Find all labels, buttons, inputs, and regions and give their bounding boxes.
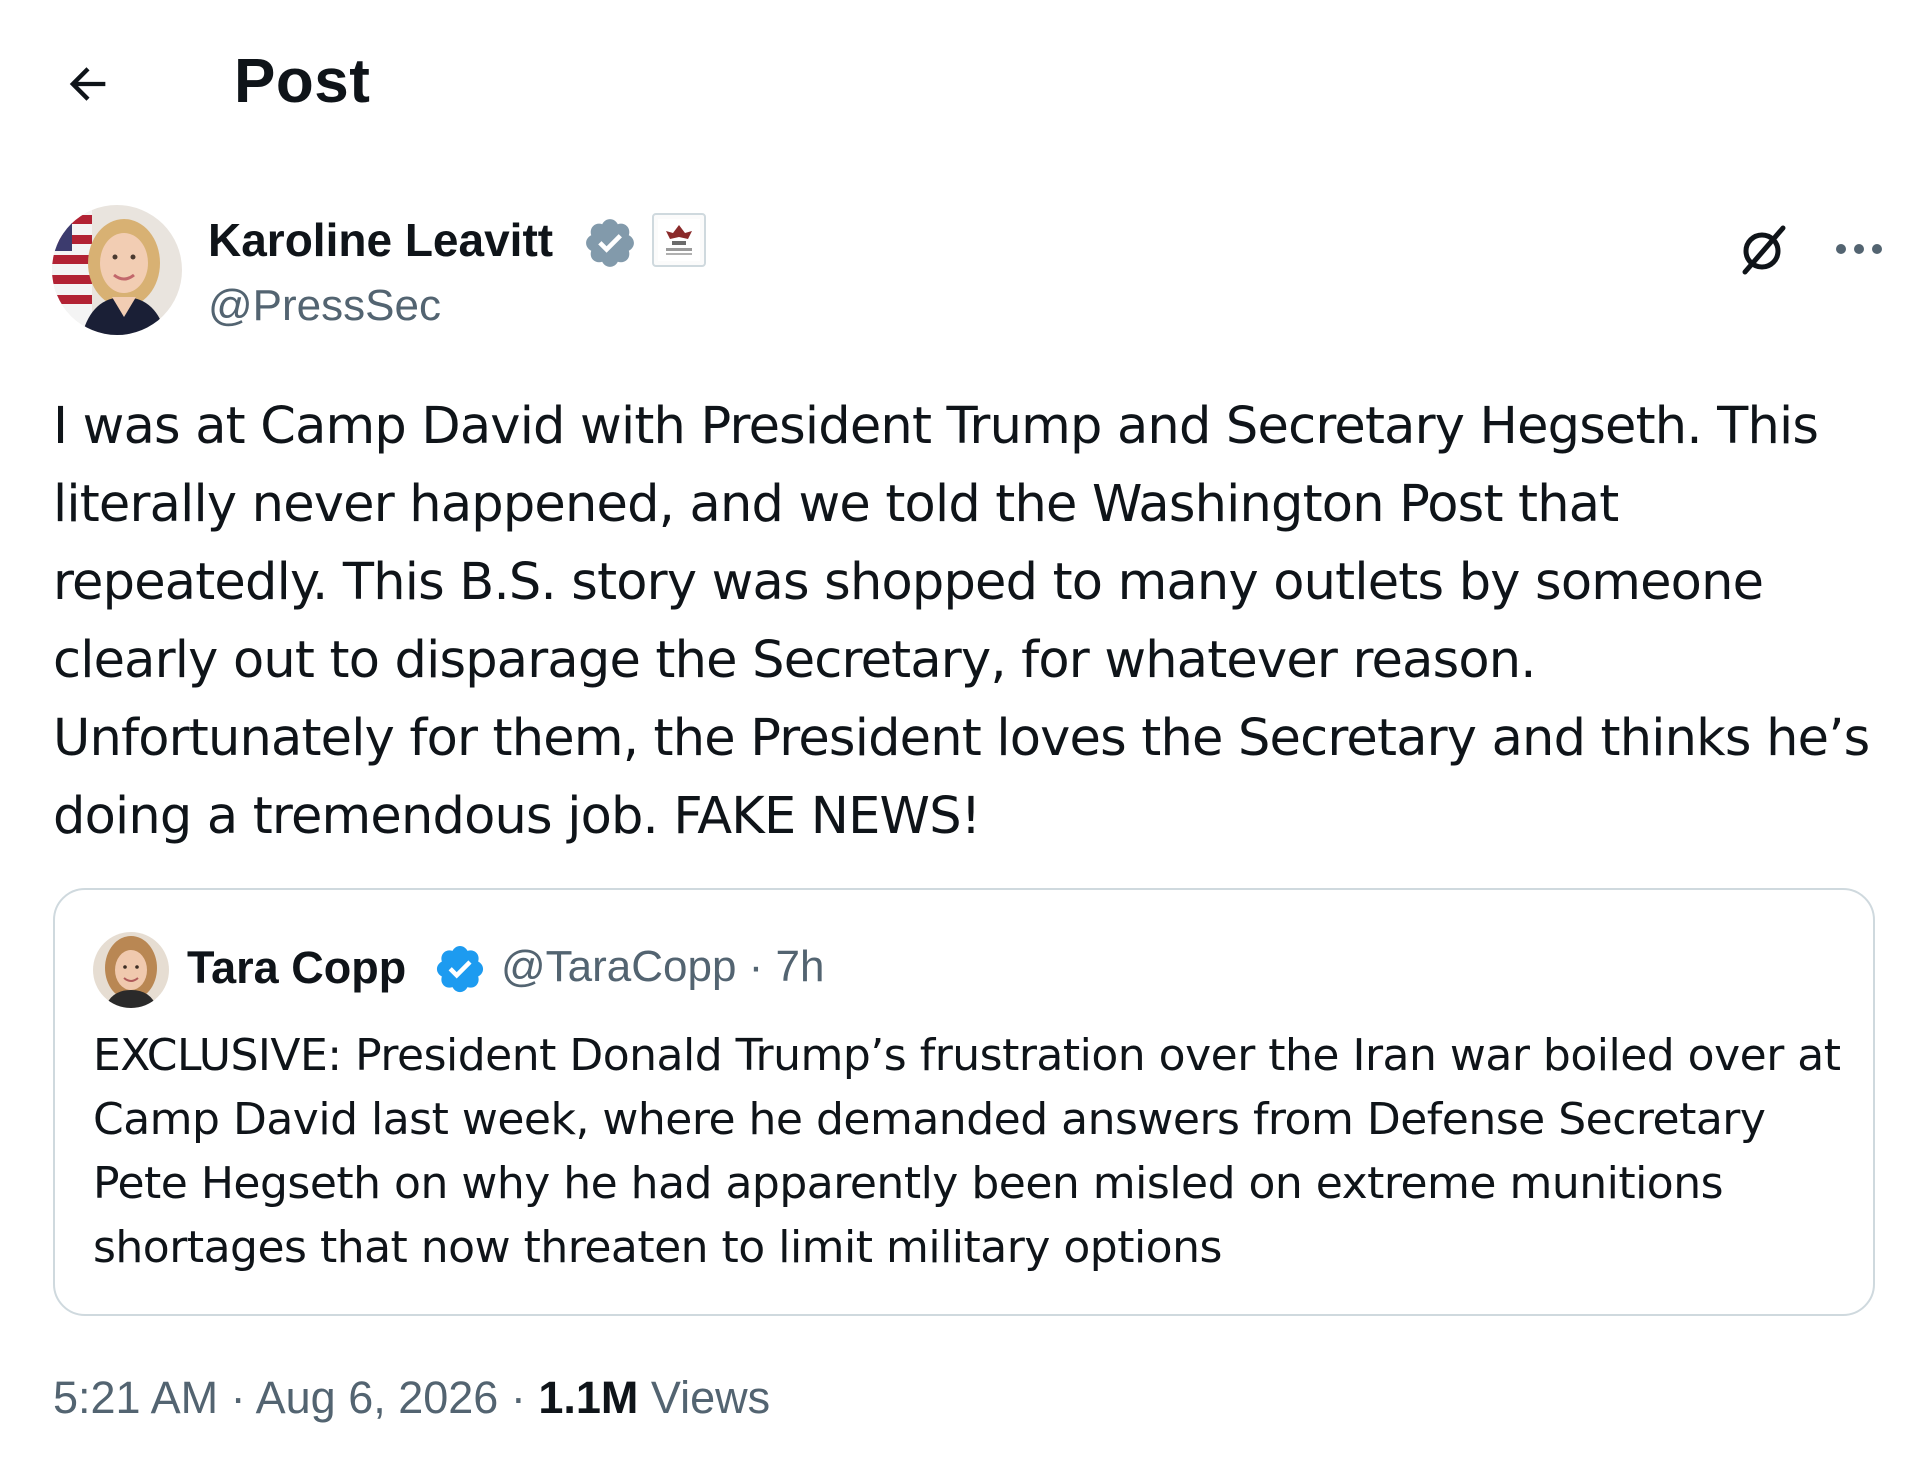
author-name[interactable]: Karoline Leavitt [208, 213, 553, 267]
quoted-avatar [93, 932, 169, 1008]
views-label: Views [638, 1372, 771, 1423]
grok-button[interactable] [1728, 215, 1798, 285]
views-count[interactable]: 1.1M [538, 1372, 638, 1423]
header: Post [0, 0, 1920, 160]
quoted-author-name[interactable]: Tara Copp [187, 942, 406, 994]
avatar-image [52, 205, 182, 335]
quoted-text: EXCLUSIVE: President Donald Trump’s frus… [93, 1030, 1841, 1273]
avatar[interactable] [52, 205, 182, 335]
quoted-meta: @TaraCopp · 7h [501, 942, 825, 991]
post-metadata: 5:21 AM · Aug 6, 2026 · 1.1M Views [53, 1372, 770, 1424]
arrow-left-icon [69, 67, 106, 101]
more-button[interactable] [1824, 219, 1894, 279]
separator: · [498, 1372, 539, 1423]
verified-badge-icon [586, 219, 634, 267]
grok-icon [1742, 225, 1786, 275]
more-dots-icon [1836, 244, 1882, 254]
quoted-post-card[interactable]: Tara Copp @TaraCopp · 7h EXCLUSIVE: Pres… [53, 888, 1875, 1316]
back-button[interactable] [56, 52, 120, 116]
government-seal-icon[interactable] [652, 213, 706, 267]
page-title: Post [234, 47, 371, 116]
post-date[interactable]: Aug 6, 2026 [256, 1372, 499, 1423]
post-text: I was at Camp David with President Trump… [53, 397, 1870, 846]
author-handle[interactable]: @PressSec [208, 281, 441, 331]
separator: · [218, 1372, 256, 1423]
post-author-row: Karoline Leavitt @PressSec [52, 205, 1882, 335]
post-time[interactable]: 5:21 AM [53, 1372, 218, 1423]
verified-badge-icon [436, 945, 484, 993]
